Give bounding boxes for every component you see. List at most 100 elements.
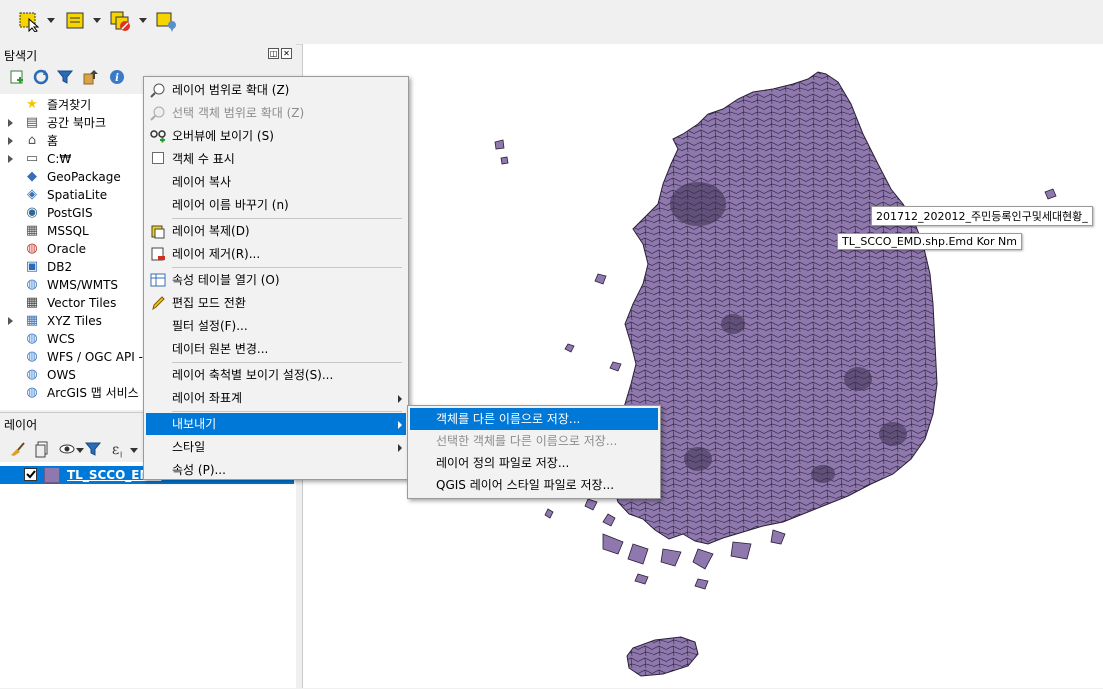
browser-item-label: SpatiaLite: [47, 188, 108, 202]
panel-dock-controls: ◫ ✕: [268, 48, 294, 60]
filter-legend-icon[interactable]: [84, 440, 102, 458]
context-menu-item-7[interactable]: 레이어 제거(R)...: [146, 243, 406, 265]
layers-list: [0, 462, 296, 688]
expression-filter-icon[interactable]: εꞁ: [110, 440, 128, 458]
globe-icon: ◍: [26, 349, 38, 364]
context-menu-item-1[interactable]: 선택 객체 범위로 확대 (Z): [146, 102, 406, 124]
overview-icon: [150, 128, 166, 144]
browser-item-label: MSSQL: [47, 224, 89, 238]
context-menu-label: 레이어 이름 바꾸기 (n): [172, 198, 289, 212]
context-menu-item-5[interactable]: 레이어 이름 바꾸기 (n): [146, 194, 406, 216]
zoom-layer-icon: [150, 82, 166, 98]
home-icon: ⌂: [27, 133, 37, 148]
chevron-down-icon[interactable]: [130, 448, 138, 453]
context-menu-label: 선택 객체 범위로 확대 (Z): [172, 106, 305, 120]
browser-item-label: XYZ Tiles: [47, 314, 102, 328]
context-menu-item-11[interactable]: 데이터 원본 변경...: [146, 338, 406, 360]
submenu-arrow-icon: [398, 395, 402, 403]
export-menu-item-2[interactable]: 레이어 정의 파일로 저장...: [410, 452, 658, 474]
browser-item-label: ArcGIS 맵 서비스: [47, 386, 139, 400]
export-menu-item-0[interactable]: 객체를 다른 이름으로 저장...: [410, 408, 658, 430]
layer-visibility-checkbox[interactable]: [24, 468, 37, 481]
chevron-down-icon[interactable]: [139, 18, 147, 23]
browser-item-label: 홈: [47, 134, 59, 148]
context-menu-item-9[interactable]: 편집 모드 전환: [146, 292, 406, 314]
context-menu-item-16[interactable]: 속성 (P)...: [146, 459, 406, 481]
db2-icon: ▣: [25, 259, 39, 274]
chevron-down-icon[interactable]: [93, 18, 101, 23]
context-menu-item-4[interactable]: 레이어 복사: [146, 171, 406, 193]
context-menu-item-0[interactable]: 레이어 범위로 확대 (Z): [146, 79, 406, 101]
close-icon[interactable]: ✕: [281, 48, 292, 59]
expand-arrow-icon[interactable]: [8, 155, 13, 163]
context-menu-label: 레이어 복사: [172, 175, 232, 189]
style-brush-icon[interactable]: [8, 440, 26, 458]
map-tooltip-feature: TL_SCCO_EMD.shp.Emd Kor Nm: [837, 233, 1022, 250]
select-features-icon[interactable]: [18, 10, 40, 33]
checkbox-icon[interactable]: [152, 152, 164, 164]
browser-item-label: GeoPackage: [47, 170, 121, 184]
chevron-down-icon[interactable]: [76, 448, 84, 453]
eye-icon[interactable]: [58, 440, 76, 458]
context-menu-label: 레이어 좌표계: [172, 391, 243, 405]
globe-icon: ◍: [26, 277, 38, 292]
context-menu-label: 객체 수 표시: [172, 152, 235, 166]
layer-symbol-swatch[interactable]: [44, 467, 60, 483]
globe-icon: ◍: [26, 367, 38, 382]
context-menu-label: 내보내기: [172, 417, 217, 431]
globe-icon: ◍: [26, 331, 38, 346]
refresh-icon[interactable]: [32, 68, 50, 86]
star-icon: ★: [26, 97, 38, 112]
expand-arrow-icon[interactable]: [8, 317, 13, 325]
export-menu-label: QGIS 레이어 스타일 파일로 저장...: [436, 478, 615, 492]
export-menu-item-3[interactable]: QGIS 레이어 스타일 파일로 저장...: [410, 474, 658, 496]
menu-separator: [172, 267, 402, 268]
browser-item-label: Oracle: [47, 242, 87, 256]
browser-item-label: DB2: [47, 260, 73, 274]
add-selected-layers-icon[interactable]: [8, 68, 26, 86]
browser-item-label: WMS/WMTS: [47, 278, 119, 292]
korea-emd-map: [494, 71, 1057, 677]
oracle-icon: ◍: [26, 241, 38, 256]
context-menu-label: 레이어 범위로 확대 (Z): [172, 83, 290, 97]
browser-item-label: OWS: [47, 368, 76, 382]
svg-text:ꞁ: ꞁ: [120, 449, 122, 458]
deselect-features-icon[interactable]: [110, 10, 132, 32]
vector-tiles-icon: ▦: [25, 295, 39, 310]
chevron-down-icon[interactable]: [47, 18, 55, 23]
globe-icon: ◍: [26, 385, 38, 400]
export-menu-label: 객체를 다른 이름으로 저장...: [436, 412, 581, 426]
browser-item-label: 즐겨찾기: [47, 98, 92, 112]
float-panel-icon[interactable]: ◫: [268, 48, 279, 59]
context-menu-item-15[interactable]: 스타일: [146, 436, 406, 458]
context-menu-item-3[interactable]: 객체 수 표시: [146, 148, 406, 170]
pencil-icon: [150, 295, 166, 311]
context-menu-label: 편집 모드 전환: [172, 296, 246, 310]
context-menu-item-10[interactable]: 필터 설정(F)...: [146, 315, 406, 337]
drive-icon: ▭: [25, 151, 39, 166]
context-menu-item-13[interactable]: 레이어 좌표계: [146, 387, 406, 409]
info-icon[interactable]: i: [108, 68, 126, 86]
export-menu-item-1[interactable]: 선택한 객체를 다른 이름으로 저장...: [410, 430, 658, 452]
map-canvas[interactable]: 201712_202012_주민등록인구및세대현황_ TL_SCCO_EMD.s…: [302, 44, 1103, 688]
layer-context-menu: 레이어 범위로 확대 (Z) 선택 객체 범위로 확대 (Z) 오버뷰에 보이기 (…: [143, 76, 409, 480]
context-menu-item-2[interactable]: 오버뷰에 보이기 (S): [146, 125, 406, 147]
svg-text:i: i: [115, 73, 119, 84]
export-submenu: 객체를 다른 이름으로 저장... 선택한 객체를 다른 이름으로 저장... 레이…: [407, 405, 661, 499]
context-menu-label: 레이어 축척별 보이기 설정(S)...: [172, 368, 334, 382]
expand-arrow-icon[interactable]: [8, 137, 13, 145]
collapse-all-icon[interactable]: [82, 68, 100, 86]
context-menu-item-8[interactable]: 속성 테이블 열기 (O): [146, 269, 406, 291]
context-menu-label: 오버뷰에 보이기 (S): [172, 129, 274, 143]
context-menu-label: 스타일: [172, 440, 206, 454]
expand-arrow-icon[interactable]: [8, 119, 13, 127]
context-menu-item-6[interactable]: 레이어 복제(D): [146, 220, 406, 242]
filter-icon[interactable]: [56, 68, 74, 86]
context-menu-item-14[interactable]: 내보내기: [146, 413, 406, 435]
select-by-value-icon[interactable]: [65, 10, 87, 32]
context-menu-item-12[interactable]: 레이어 축척별 보이기 설정(S)...: [146, 364, 406, 386]
add-group-icon[interactable]: [34, 440, 52, 458]
submenu-arrow-icon: [398, 444, 402, 452]
browser-item-label: C:₩: [47, 152, 72, 166]
select-by-location-icon[interactable]: [156, 10, 178, 32]
